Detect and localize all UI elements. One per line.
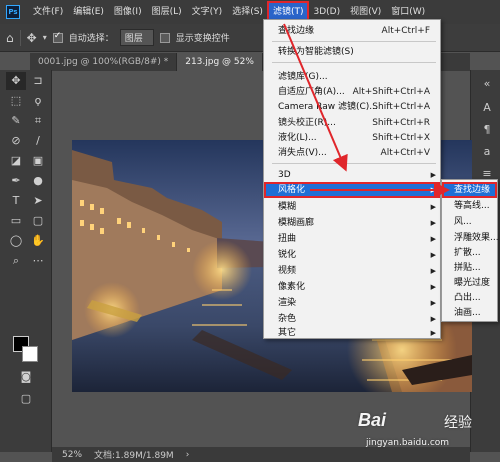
watermark-brand-cn: 经验 bbox=[444, 415, 472, 431]
arrow-to-stylize bbox=[283, 23, 348, 172]
baidu-jingyan-watermark: Bai 经验 jingyan.baidu.com bbox=[358, 410, 488, 456]
annotation-arrows bbox=[283, 23, 450, 198]
watermark-brand: Bai bbox=[358, 410, 387, 430]
watermark-url: jingyan.baidu.com bbox=[366, 438, 450, 448]
